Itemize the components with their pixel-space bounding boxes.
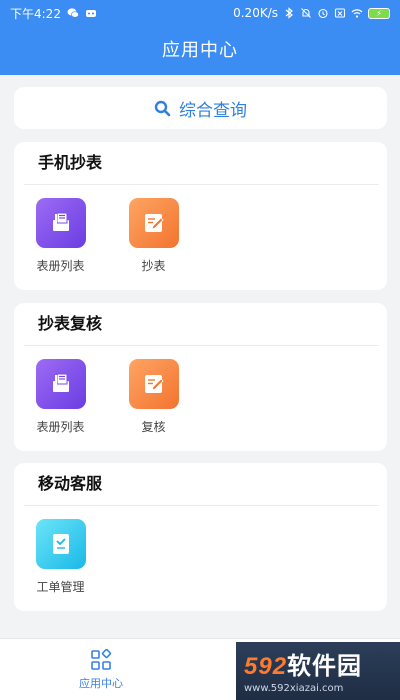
section-title: 手机抄表 bbox=[38, 153, 103, 172]
divider bbox=[24, 345, 379, 346]
tile-label: 工单管理 bbox=[36, 580, 85, 594]
site-watermark: 592软件园 www.592xiazai.com bbox=[236, 642, 400, 700]
watermark-logo: 592软件园 bbox=[244, 653, 363, 680]
app-header: 下午4:22 0.20K/s ⚡ 应用中心 bbox=[0, 0, 400, 75]
alarm-icon bbox=[318, 8, 328, 19]
divider bbox=[24, 184, 379, 185]
nav-app-center[interactable]: 应用中心 bbox=[66, 649, 136, 691]
network-speed: 0.20K/s bbox=[233, 6, 278, 20]
game-icon bbox=[85, 10, 96, 17]
apps-grid-icon bbox=[91, 649, 112, 670]
tile-label: 复核 bbox=[141, 420, 166, 434]
tile-review[interactable]: 复核 bbox=[107, 359, 200, 435]
section-title: 抄表复核 bbox=[38, 314, 103, 333]
edit-icon bbox=[128, 198, 179, 248]
watermark-url: www.592xiazai.com bbox=[244, 683, 344, 694]
mute-bell-icon bbox=[301, 8, 311, 18]
search-label: 综合查询 bbox=[179, 100, 247, 121]
edit-icon bbox=[128, 359, 179, 409]
wechat-icon bbox=[67, 8, 79, 18]
section-title: 移动客服 bbox=[38, 474, 103, 493]
comprehensive-search-button[interactable]: 综合查询 bbox=[14, 87, 387, 129]
tile-ledger-list[interactable]: 表册列表 bbox=[14, 359, 107, 435]
search-icon bbox=[154, 100, 171, 116]
workorder-icon bbox=[35, 519, 86, 569]
bluetooth-icon bbox=[285, 7, 293, 19]
ledger-icon bbox=[35, 359, 86, 409]
tile-label: 表册列表 bbox=[36, 259, 85, 273]
section-meter-reading: 手机抄表 表册列表 抄表 bbox=[14, 142, 387, 290]
tile-label: 抄表 bbox=[141, 259, 166, 273]
status-bar: 下午4:22 0.20K/s ⚡ bbox=[0, 0, 400, 26]
sim-off-icon bbox=[334, 8, 346, 18]
page-title: 应用中心 bbox=[162, 40, 238, 61]
wifi-icon bbox=[351, 9, 363, 18]
section-reading-review: 抄表复核 表册列表 复核 bbox=[14, 303, 387, 451]
divider bbox=[24, 505, 379, 506]
nav-label: 应用中心 bbox=[79, 677, 123, 690]
status-time: 下午4:22 bbox=[10, 6, 61, 21]
battery-icon: ⚡ bbox=[368, 7, 390, 19]
section-mobile-service: 移动客服 工单管理 bbox=[14, 463, 387, 611]
tile-meter-read[interactable]: 抄表 bbox=[107, 198, 200, 274]
ledger-icon bbox=[35, 198, 86, 248]
tile-label: 表册列表 bbox=[36, 420, 85, 434]
tile-ledger-list[interactable]: 表册列表 bbox=[14, 198, 107, 274]
tile-work-order[interactable]: 工单管理 bbox=[14, 519, 107, 595]
